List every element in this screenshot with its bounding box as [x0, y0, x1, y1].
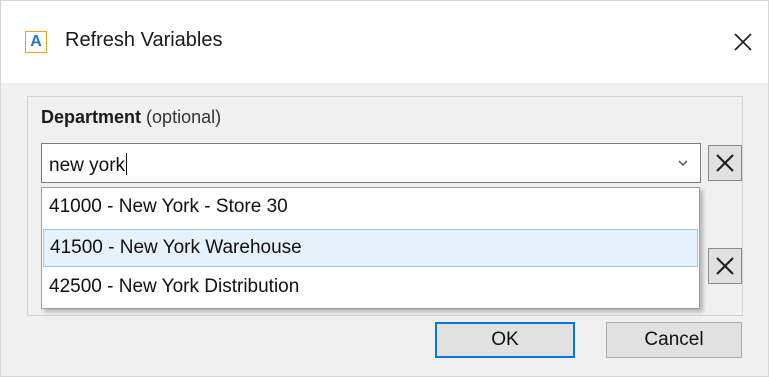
department-dropdown-list: 41000 - New York - Store 30 41500 - New … [41, 187, 700, 309]
chevron-down-icon[interactable] [676, 156, 690, 170]
clear-x-icon [716, 257, 734, 275]
department-label: Department (optional) [41, 107, 221, 128]
title-bar: A Refresh Variables [1, 1, 768, 83]
app-icon: A [25, 31, 47, 53]
department-name: Department [41, 107, 142, 127]
refresh-variables-dialog: A Refresh Variables Department (optional… [0, 0, 769, 377]
department-qualifier: (optional) [146, 107, 222, 127]
text-caret [126, 153, 128, 175]
cancel-button[interactable]: Cancel [606, 322, 742, 358]
department-clear-button[interactable] [708, 145, 742, 181]
clear-x-icon [716, 154, 734, 172]
close-button[interactable] [725, 25, 761, 59]
department-input-value[interactable]: new york [49, 153, 128, 177]
dropdown-item-highlighted[interactable]: 41500 - New York Warehouse [43, 229, 698, 267]
close-icon [734, 33, 752, 51]
dialog-title: Refresh Variables [65, 29, 223, 51]
dropdown-item[interactable]: 42500 - New York Distribution [43, 269, 698, 307]
department-combobox[interactable]: new york [41, 143, 701, 183]
ok-button[interactable]: OK [435, 322, 575, 358]
dropdown-item[interactable]: 41000 - New York - Store 30 [43, 189, 698, 227]
second-variable-clear-button[interactable] [708, 248, 742, 284]
